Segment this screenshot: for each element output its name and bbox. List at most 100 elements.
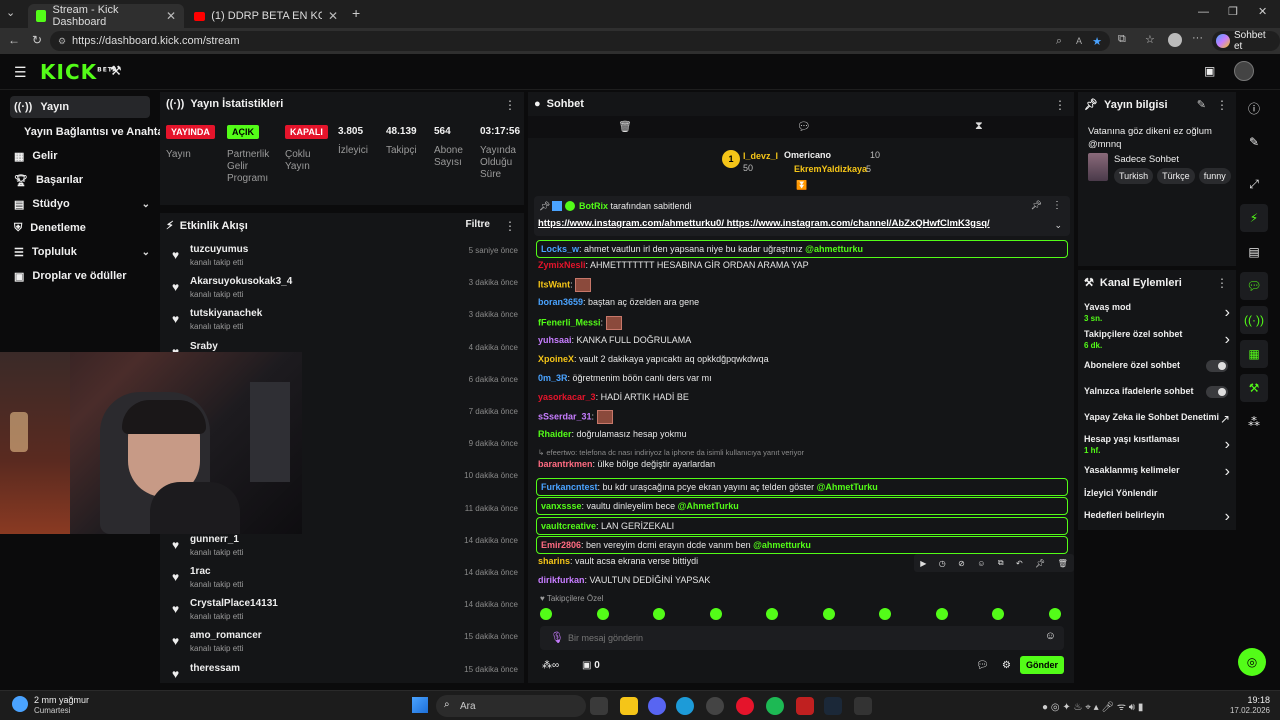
pinned-link[interactable]: https://www.instagram.com/channel/AbZxQH… — [727, 218, 990, 229]
activity-item[interactable]: ♥ CrystalPlace14131 kanalı takip etti 14 da… — [168, 597, 518, 627]
chat-message[interactable]: 0m_3R: öğretmenim böön canlı ders var mı — [538, 373, 1068, 383]
chat-username[interactable]: fFenerli_Messi — [538, 317, 601, 327]
url-field[interactable]: ⚙ https://dashboard.kick.com/stream ⌕ A … — [50, 31, 1110, 51]
chevron-right-icon[interactable]: › — [1225, 436, 1230, 454]
toggle-switch[interactable] — [1206, 360, 1228, 372]
emote-icon[interactable]: ☺ — [977, 559, 985, 568]
chevron-right-icon[interactable]: › — [1225, 463, 1230, 481]
trash-icon[interactable]: 🗑︎ — [618, 120, 632, 133]
chat-mention[interactable]: @ahmetturku — [805, 244, 863, 254]
chat-username[interactable]: Rhaider — [538, 429, 572, 439]
activity-item[interactable]: ♥ tuzcuyumus kanalı takip etti 5 saniye önc… — [168, 243, 518, 273]
chat-username[interactable]: ZymixNesli — [538, 260, 586, 270]
chat-message[interactable]: vanxssse: vaultu dinleyelim bece @AhmetT… — [536, 497, 1068, 516]
close-tab-icon[interactable]: ✕ — [328, 9, 338, 23]
new-tab-icon[interactable]: + — [352, 5, 360, 21]
user-avatar[interactable] — [1234, 61, 1254, 81]
chat-username[interactable]: dirikfurkan — [538, 575, 585, 585]
chevron-right-icon[interactable]: › — [1225, 304, 1230, 322]
zoom-icon[interactable]: ⌕ — [1056, 35, 1062, 48]
channel-action-item[interactable]: Hedefleri belirleyin — [1084, 510, 1232, 520]
chat-username[interactable]: Emir2806 — [541, 540, 581, 550]
file-explorer-icon[interactable] — [620, 697, 638, 715]
sidebar-item-community[interactable]: ☰ Topluluk ⌄ — [10, 241, 150, 263]
back-icon[interactable]: ← — [8, 33, 20, 47]
chat-message[interactable]: Furkancntest: bu kdr uraşcağına pcye ekr… — [536, 477, 1068, 496]
chat-message[interactable]: vaultcreative: LAN GERİZEKALI — [536, 516, 1068, 535]
activity-item[interactable]: ♥ Akarsuyokusokak3_4 kanalı takip etti 3 da… — [168, 275, 518, 305]
panel-menu-icon[interactable]: ⋮ — [1216, 98, 1228, 112]
channel-action-item[interactable]: Yapay Zeka ile Sohbet Denetimi — [1084, 412, 1232, 422]
pin-message-icon[interactable]: 📌︎ — [1035, 559, 1045, 568]
chat-settings-icon[interactable]: 💬︎ — [976, 660, 989, 671]
sidebar-item-revenue[interactable]: ▦ Gelir — [10, 145, 150, 167]
emote-button[interactable] — [822, 608, 835, 620]
chat-message[interactable]: ZymixNesli: AHMETTTTTTT HESABINA GİR ORD… — [538, 260, 1068, 270]
channel-action-item[interactable]: Yasaklanmış kelimeler — [1084, 465, 1232, 475]
tab-list-chevron-icon[interactable]: ⌄ — [6, 6, 15, 19]
emote-button[interactable] — [709, 608, 722, 620]
tools-hammer-icon[interactable]: ⚒ — [110, 63, 122, 79]
sidebar-item-achievements[interactable]: 🏆︎ Başarılar — [10, 169, 150, 191]
system-tray[interactable]: ● ◎ ✦ ♨ ⌖ ▴ 🎤︎ ᯤ 🔊︎ ▮ — [1042, 699, 1143, 713]
refresh-icon[interactable]: ↻ — [32, 33, 42, 47]
chat-message[interactable]: Locks_w: ahmet vautlun irl den yapsana n… — [536, 240, 1068, 258]
info-icon[interactable]: ⓘ — [1240, 94, 1268, 122]
expand-icon[interactable]: ⤢ — [1240, 170, 1268, 198]
channel-action-item[interactable]: Hesap yaşı kısıtlaması 1 hf. — [1084, 434, 1232, 455]
chat-mention[interactable]: @ahmetturku — [753, 540, 811, 550]
chat-username[interactable]: sSserdar_31 — [538, 412, 592, 422]
close-window-icon[interactable]: ✕ — [1258, 5, 1267, 18]
chat-mention[interactable]: @AhmetTurku — [678, 501, 739, 511]
shield-app-icon[interactable] — [796, 697, 814, 715]
panel-menu-icon[interactable]: ⋮ — [1216, 276, 1228, 290]
clipboard-icon[interactable]: ▤ — [1240, 238, 1268, 266]
activity-item[interactable]: ♥ amo_romancer kanalı takip etti 15 dakika … — [168, 629, 518, 659]
emoji-icon[interactable]: ☺ — [1045, 630, 1056, 642]
edge-icon[interactable] — [676, 697, 694, 715]
chat-input[interactable]: 🎙︎ ☺ — [540, 626, 1064, 650]
copy-icon[interactable]: ⧉ — [998, 558, 1004, 568]
filter-button[interactable]: Filtre — [466, 219, 490, 230]
undo-icon[interactable]: ↶ — [1016, 559, 1023, 568]
spotify-icon[interactable] — [766, 697, 784, 715]
extensions-icon[interactable]: ⧉ — [1118, 33, 1126, 46]
chat-message[interactable]: dirikfurkan: VAULTUN DEDİĞİNİ YAPSAK — [538, 575, 1068, 585]
chat-message[interactable]: XpoineX: vault 2 dakikaya yapıcaktı aq o… — [538, 354, 1068, 364]
tag[interactable]: funny — [1198, 168, 1231, 184]
ban-icon[interactable]: ⊘ — [958, 559, 965, 568]
hamburger-menu-icon[interactable]: ☰ — [14, 64, 27, 81]
category-name[interactable]: Sadece Sohbet — [1114, 154, 1179, 165]
clock-time[interactable]: 19:18 — [1230, 695, 1270, 705]
play-icon[interactable]: ▶ — [920, 559, 926, 568]
read-aloud-icon[interactable]: A — [1076, 36, 1082, 46]
steam-icon[interactable] — [824, 697, 842, 715]
channel-action-item[interactable]: Takipçilere özel sohbet 6 dk. — [1084, 329, 1232, 350]
chat-username[interactable]: yuhsaai — [538, 335, 572, 345]
activity-user[interactable]: tuzcuyumus — [190, 244, 248, 255]
chat-message[interactable]: yasorkacar_3: HADİ ARTIK HADİ BE — [538, 392, 1068, 402]
chat-message[interactable]: ItsWant: — [538, 278, 1068, 293]
maximize-icon[interactable]: ❐ — [1228, 5, 1238, 18]
tag[interactable]: Turkish — [1114, 168, 1154, 184]
app-icon[interactable] — [854, 697, 872, 715]
activity-user[interactable]: CrystalPlace14131 — [190, 598, 278, 609]
chat-username[interactable]: barantrkmen — [538, 459, 593, 469]
chat-mention[interactable]: @AhmetTurku — [817, 482, 878, 492]
task-view-icon[interactable] — [590, 697, 608, 715]
activity-user[interactable]: gunnerr_1 — [190, 534, 239, 545]
emote-button[interactable] — [879, 608, 891, 620]
chat-message[interactable]: barantrkmen: ülke bölge değiştir ayarlar… — [538, 459, 1068, 469]
chat-username[interactable]: 0m_3R — [538, 373, 568, 383]
chat-message[interactable]: Rhaider: doğrulamasız hesap yokmu — [538, 429, 1068, 439]
chat-message[interactable]: Emir2806: ben vereyim dcmi erayın dcde v… — [536, 536, 1068, 555]
sidebar-item-drops[interactable]: ▣ Droplar ve ödüller — [10, 265, 150, 287]
kick-logo[interactable]: KICKBETA — [40, 60, 118, 84]
discord-icon[interactable] — [648, 697, 666, 715]
panel-menu-icon[interactable]: ⋮ — [1054, 98, 1066, 112]
minimize-icon[interactable]: — — [1198, 6, 1209, 18]
creator-icon[interactable]: ▣ — [1204, 64, 1215, 78]
emote-button[interactable] — [540, 608, 552, 620]
more-apps-icon[interactable]: ⁂ — [1240, 408, 1268, 436]
sidebar-item-studio[interactable]: ▤ Stüdyo ⌄ — [10, 193, 150, 215]
